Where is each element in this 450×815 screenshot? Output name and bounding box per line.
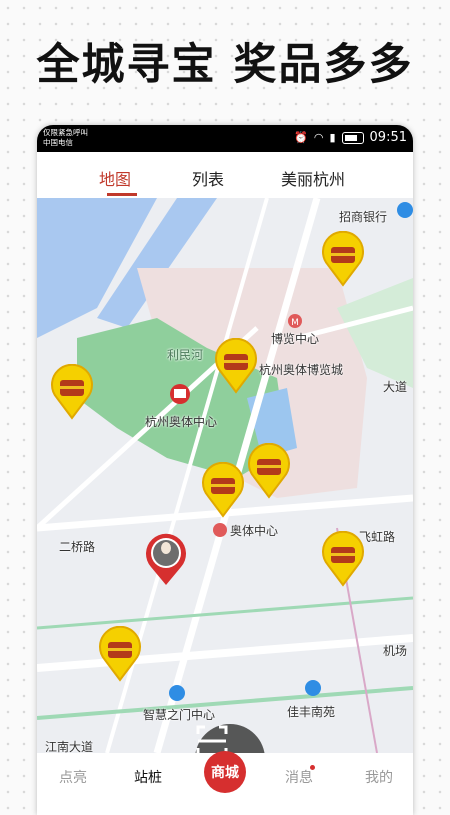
- nav-messages[interactable]: 消息: [285, 767, 313, 787]
- treasure-chest-icon[interactable]: [320, 231, 366, 287]
- status-icons: ⏰ ◠ ▮ 09:51: [294, 130, 407, 145]
- top-tabs: [37, 152, 413, 198]
- label-river: 利民河: [167, 348, 204, 362]
- carrier-info: 仅限紧急呼叫 中国电信: [43, 128, 88, 148]
- label-sports-center: 杭州奥体中心: [145, 415, 218, 429]
- signal-icon: ▮: [329, 131, 336, 144]
- label-avenue: 大道: [383, 380, 408, 394]
- tab-map[interactable]: 地图: [99, 166, 131, 190]
- carrier-text: 中国电信: [43, 138, 73, 147]
- label-bank: 招商银行: [339, 210, 388, 224]
- label-aoti-center: 奥体中心: [230, 524, 279, 538]
- label-jiangnan: 江南大道: [45, 740, 94, 753]
- scan-icon: [196, 725, 228, 753]
- nav-dianliang[interactable]: 点亮: [59, 767, 87, 787]
- shop-label: 商城: [211, 765, 239, 781]
- label-expo-center: 博览中心: [271, 332, 320, 346]
- bottom-nav: 点亮 站桩 商城 消息 我的: [37, 751, 413, 815]
- promo-headline: 全城寻宝 奖品多多: [36, 40, 414, 90]
- tab-city[interactable]: 美丽杭州: [281, 166, 345, 190]
- status-bar: 仅限紧急呼叫 中国电信 ⏰ ◠ ▮ 09:51: [37, 125, 413, 152]
- treasure-chest-icon[interactable]: [320, 531, 366, 587]
- battery-icon: [341, 131, 364, 144]
- nav-shop[interactable]: 商城: [204, 751, 246, 793]
- label-wisdom-gate: 智慧之门中心: [143, 708, 216, 722]
- treasure-chest-icon[interactable]: [200, 462, 246, 518]
- nav-zhanzhuang[interactable]: 站桩: [134, 767, 162, 787]
- treasure-chest-icon[interactable]: [49, 364, 95, 420]
- treasure-chest-icon[interactable]: [246, 443, 292, 499]
- label-jiafeng: 佳丰南苑: [287, 705, 336, 719]
- map-view[interactable]: 招商银行 博览中心 杭州奥体博览城 杭州奥体中心 奥体中心 利民河 大道 二桥路…: [37, 198, 413, 753]
- nav-mine[interactable]: 我的: [365, 767, 393, 787]
- active-tab-indicator: [107, 193, 137, 196]
- treasure-chest-icon[interactable]: [213, 338, 259, 394]
- tab-list[interactable]: 列表: [192, 166, 224, 190]
- emergency-text: 仅限紧急呼叫: [43, 128, 88, 137]
- phone-screen: 仅限紧急呼叫 中国电信 ⏰ ◠ ▮ 09:51 地图 列表 美丽杭州 招商银行 …: [37, 125, 413, 815]
- label-expo-city: 杭州奥体博览城: [259, 363, 344, 377]
- wifi-icon: ◠: [313, 131, 324, 144]
- unread-badge: [310, 765, 315, 770]
- clock: 09:51: [369, 130, 407, 145]
- treasure-chest-icon[interactable]: [97, 626, 143, 682]
- label-bridge-road: 二桥路: [59, 540, 96, 554]
- alarm-icon: ⏰: [294, 131, 308, 144]
- label-airport: 机场: [383, 644, 408, 658]
- user-location-avatar[interactable]: [143, 531, 189, 587]
